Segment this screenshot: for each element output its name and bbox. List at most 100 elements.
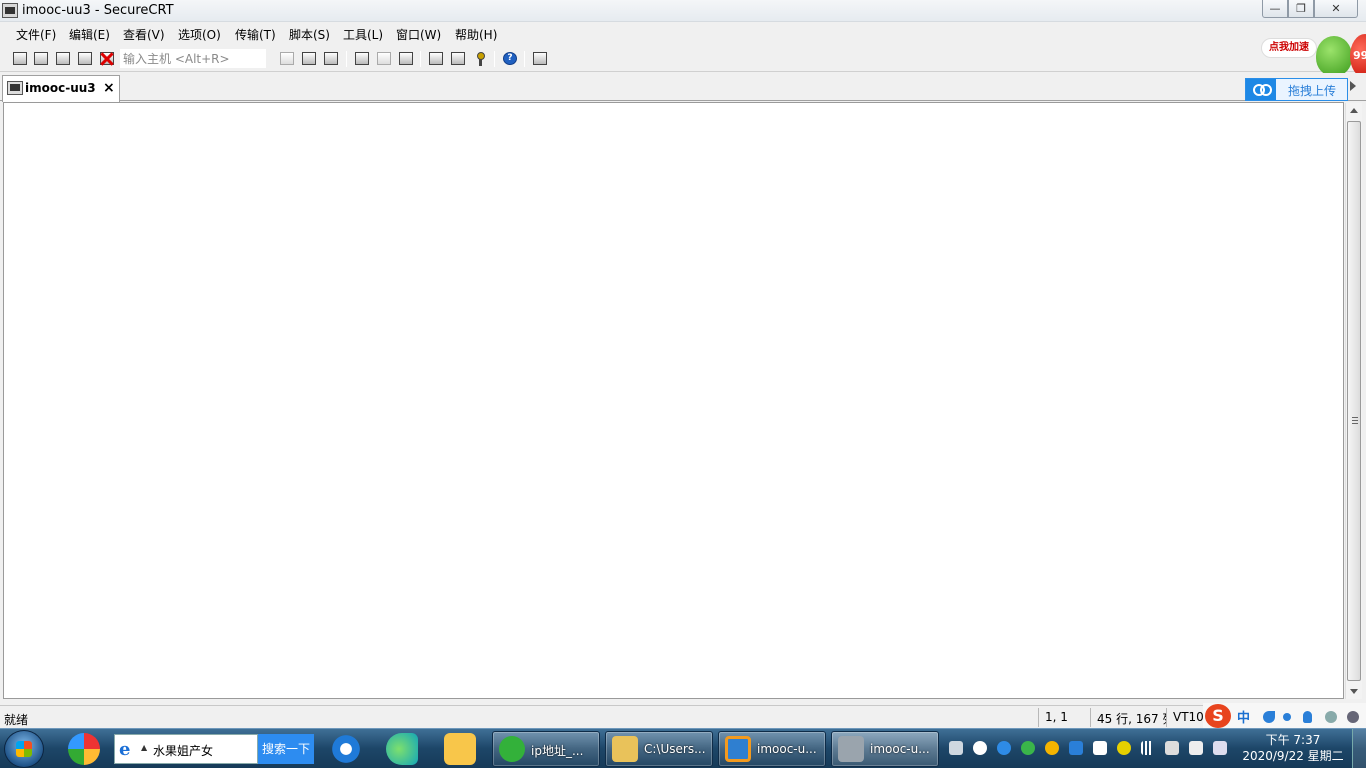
- moon-icon[interactable]: [1263, 711, 1275, 723]
- signal-bars-icon[interactable]: [1141, 741, 1155, 755]
- show-hidden-icons-icon[interactable]: [949, 741, 963, 755]
- copy-icon[interactable]: [278, 50, 296, 67]
- cursor-position: 1, 1: [1038, 708, 1090, 727]
- tab-scroll-right-icon[interactable]: [1350, 81, 1356, 91]
- baidu-cloud-icon: [1246, 79, 1276, 100]
- menu-options[interactable]: 选项(O): [178, 26, 221, 43]
- print-selection-icon[interactable]: [375, 50, 393, 67]
- browser-pin-icon[interactable]: [68, 733, 100, 765]
- menu-bar: 文件(F) 编辑(E) 查看(V) 选项(O) 传输(T) 脚本(S) 工具(L…: [0, 22, 1366, 46]
- menu-tools[interactable]: 工具(L): [343, 26, 383, 43]
- print-screen-icon[interactable]: [353, 50, 371, 67]
- toolbar-separator: [524, 51, 525, 67]
- menu-file[interactable]: 文件(F): [16, 26, 56, 43]
- title-bar: imooc-uu3 - SecureCRT — ❐ ✕: [0, 0, 1366, 22]
- settings-icon[interactable]: [1347, 711, 1359, 723]
- terminal-size: 45 行, 167 列: [1090, 708, 1166, 727]
- tab-imooc-uu3[interactable]: imooc-uu3 ×: [2, 75, 120, 102]
- internet-explorer-icon[interactable]: [330, 733, 362, 765]
- status-bar: 就绪 1, 1 45 行, 167 列 VT100: [0, 705, 1366, 728]
- baidu-cloud-tray-icon[interactable]: [973, 741, 987, 755]
- microphone-icon[interactable]: [1303, 711, 1312, 723]
- securecrt-task-icon: [838, 736, 864, 762]
- window-title: imooc-uu3 - SecureCRT: [22, 3, 174, 18]
- show-desktop-button[interactable]: [1352, 729, 1366, 768]
- scroll-down-icon[interactable]: [1350, 689, 1358, 694]
- tab-close-icon[interactable]: ×: [103, 80, 115, 96]
- paste-icon[interactable]: [300, 50, 318, 67]
- speedup-label[interactable]: 点我加速: [1261, 38, 1317, 58]
- task-label: imooc-u...: [870, 742, 930, 756]
- restore-button[interactable]: ❐: [1288, 0, 1314, 18]
- network-speed-tray-icon[interactable]: [1045, 741, 1059, 755]
- menu-script[interactable]: 脚本(S): [289, 26, 330, 43]
- system-clock[interactable]: 下午 7:37 2020/9/22 星期二: [1238, 732, 1348, 764]
- task-label: imooc-u...: [757, 742, 817, 756]
- taskbar: e ▲ 水果姐产女 搜索一下 ip地址_... C:\Users... imoo…: [0, 728, 1366, 768]
- browser-green-icon: [499, 736, 525, 762]
- disconnect-icon[interactable]: [98, 50, 116, 67]
- volume-icon[interactable]: [1213, 741, 1227, 755]
- help-icon[interactable]: ?: [501, 50, 519, 67]
- punctuation-icon[interactable]: [1283, 713, 1291, 721]
- user-icon[interactable]: [1325, 711, 1337, 723]
- scroll-up-icon[interactable]: [1350, 108, 1358, 113]
- task-securecrt[interactable]: imooc-u...: [831, 731, 939, 767]
- tab-strip: imooc-uu3 × 拖拽上传: [0, 73, 1366, 102]
- find-binoculars-icon[interactable]: [322, 50, 340, 67]
- flag-tray-icon[interactable]: [1189, 741, 1203, 755]
- sogou-logo-icon[interactable]: S: [1205, 704, 1231, 728]
- securecrt-app-icon[interactable]: [2, 3, 18, 18]
- toolbar-separator: [346, 51, 347, 67]
- connect-in-tab-icon[interactable]: [54, 50, 72, 67]
- tab-label: imooc-uu3: [25, 81, 96, 95]
- security-tray-icon[interactable]: [1021, 741, 1035, 755]
- ie-search-text: 水果姐产女: [153, 744, 214, 758]
- device-tray-icon[interactable]: [1165, 741, 1179, 755]
- reconnect-icon[interactable]: [76, 50, 94, 67]
- vertical-scrollbar[interactable]: [1345, 103, 1362, 699]
- menu-view[interactable]: 查看(V): [123, 26, 165, 43]
- global-options-icon[interactable]: [449, 50, 467, 67]
- quick-connect-icon[interactable]: [32, 50, 50, 67]
- frog-mascot-icon[interactable]: [1316, 36, 1352, 76]
- ime-mode[interactable]: 中: [1237, 707, 1250, 726]
- terminal-tab-icon: [7, 81, 23, 95]
- task-explorer[interactable]: C:\Users...: [605, 731, 713, 767]
- start-button[interactable]: [4, 730, 44, 768]
- speed-badge[interactable]: 99: [1350, 34, 1366, 78]
- status-text: 就绪: [4, 713, 29, 727]
- clock-time: 下午 7:37: [1265, 733, 1321, 747]
- media-player-icon[interactable]: [386, 733, 418, 765]
- task-vmware[interactable]: imooc-u...: [718, 731, 826, 767]
- minimize-button[interactable]: —: [1262, 0, 1288, 18]
- task-ip-address[interactable]: ip地址_...: [492, 731, 600, 767]
- scrollbar-thumb[interactable]: [1347, 121, 1361, 681]
- toolbar-separator: [494, 51, 495, 67]
- ime-toolbar: S 中: [1203, 703, 1366, 728]
- menu-window[interactable]: 窗口(W): [396, 26, 441, 43]
- dropdown-caret-icon[interactable]: ▲: [141, 743, 147, 752]
- close-button[interactable]: ✕: [1314, 0, 1358, 18]
- print-icon[interactable]: [397, 50, 415, 67]
- menu-help[interactable]: 帮助(H): [455, 26, 497, 43]
- menu-edit[interactable]: 编辑(E): [69, 26, 110, 43]
- keymap-key-icon[interactable]: [471, 50, 489, 67]
- app-store-icon[interactable]: [444, 733, 476, 765]
- menu-transfer[interactable]: 传输(T): [235, 26, 276, 43]
- terminal-area[interactable]: [3, 102, 1344, 699]
- session-options-icon[interactable]: [427, 50, 445, 67]
- notes-tray-icon[interactable]: [1093, 741, 1107, 755]
- task-label: C:\Users...: [644, 742, 706, 756]
- host-input[interactable]: [120, 49, 266, 68]
- qq-tray-icon[interactable]: [1069, 741, 1083, 755]
- update-tray-icon[interactable]: [997, 741, 1011, 755]
- connect-icon[interactable]: [11, 50, 29, 67]
- sftp-icon[interactable]: [531, 50, 549, 67]
- drag-upload-button[interactable]: 拖拽上传: [1245, 78, 1348, 101]
- search-button[interactable]: 搜索一下: [258, 734, 314, 764]
- folder-icon: [612, 736, 638, 762]
- ie-search-bar[interactable]: e ▲ 水果姐产女: [114, 734, 258, 764]
- grip-icon: [1352, 417, 1358, 424]
- add-tray-icon[interactable]: [1117, 741, 1131, 755]
